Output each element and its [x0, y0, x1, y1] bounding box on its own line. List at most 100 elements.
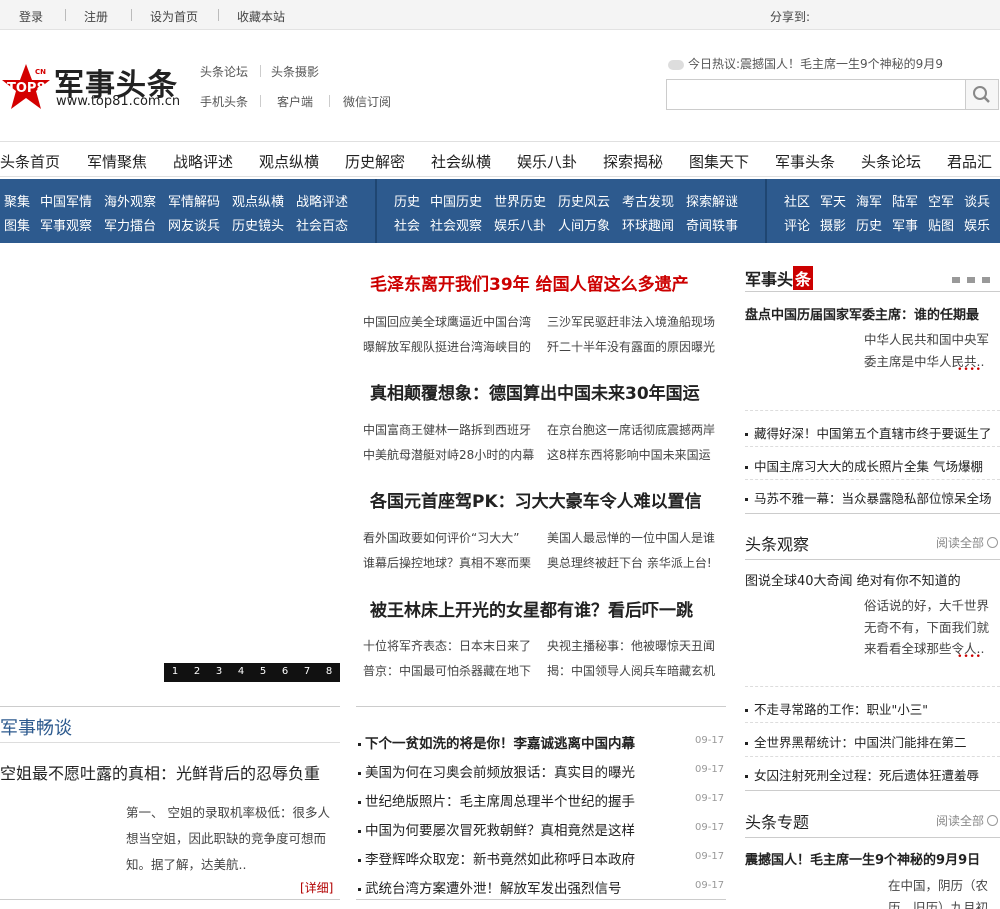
news-link[interactable]: 普京：中国最可怕杀器藏在地下 — [363, 662, 531, 679]
slider-page[interactable]: 7 — [296, 666, 318, 677]
news-link[interactable]: 三沙军民驱赶非法入境渔船现场 — [547, 313, 715, 330]
article-headline[interactable]: 空姐最不愿吐露的真相：光鲜背后的忍辱负重 — [0, 760, 320, 784]
subnav-link[interactable]: 娱乐八卦 — [494, 215, 546, 234]
client-link[interactable]: 客户端 — [277, 93, 313, 110]
subnav-link[interactable]: 历史 — [394, 191, 420, 210]
list-item[interactable]: 美国为何在习奥会前频放狠话：真实目的曝光 — [358, 761, 635, 781]
list-item[interactable]: 中国主席习大大的成长照片全集 气场爆棚 — [745, 456, 983, 475]
headline[interactable]: 各国元首座驾PK：习大大豪车令人难以置信 — [370, 487, 702, 512]
subnav-link[interactable]: 贴图 — [928, 215, 954, 234]
slider-page[interactable]: 8 — [318, 666, 340, 677]
subnav-link[interactable]: 环球趣闻 — [622, 215, 674, 234]
section-title[interactable]: 头条专题 — [745, 809, 809, 833]
news-link[interactable]: 这8样东西将影响中国未来国运 — [547, 446, 711, 463]
subnav-link[interactable]: 军情解码 — [168, 191, 220, 210]
news-link[interactable]: 美国人最忌惮的一位中国人是谁 — [547, 529, 715, 546]
headline[interactable]: 毛泽东离开我们39年 给国人留这么多遗产 — [370, 270, 689, 295]
list-item[interactable]: 全世界黑帮统计：中国洪门能排在第二 — [745, 732, 967, 751]
wechat-link[interactable]: 微信订阅 — [343, 93, 391, 110]
hot-text[interactable]: 震撼国人！毛主席一生9个神秘的9月9 — [740, 57, 943, 71]
news-link[interactable]: 中国富商王健林一路拆到西班牙 — [363, 421, 531, 438]
subnav-link[interactable]: 历史镜头 — [232, 215, 284, 234]
subnav-link[interactable]: 军力擂台 — [104, 215, 156, 234]
subnav-link[interactable]: 历史风云 — [558, 191, 610, 210]
subnav-link[interactable]: 社会 — [394, 215, 420, 234]
headline[interactable]: 真相颠覆想象：德国算出中国未来30年国运 — [370, 379, 700, 404]
section-title[interactable]: 军事头条 — [745, 266, 814, 290]
section-title[interactable]: 军事畅谈 — [0, 714, 72, 740]
news-link[interactable]: 揭：中国领导人阅兵车暗藏玄机 — [547, 662, 715, 679]
subnav-link[interactable]: 世界历史 — [494, 191, 546, 210]
subnav-link[interactable]: 社区 — [784, 191, 810, 210]
carousel-dots[interactable] — [952, 272, 997, 287]
subnav-link[interactable]: 评论 — [784, 215, 810, 234]
list-item[interactable]: 下个一贫如洗的将是你！李嘉诚逃离中国内幕 — [358, 732, 635, 752]
list-item[interactable]: 藏得好深！中国第五个直辖市终于要诞生了 — [745, 423, 992, 442]
news-link[interactable]: 中国回应美全球鹰逼近中国台湾 — [363, 313, 531, 330]
news-link[interactable]: 奥总理终被赶下台 亲华派上台! — [547, 554, 712, 571]
news-link[interactable]: 十位将军齐表态：日本末日来了 — [363, 637, 531, 654]
news-link[interactable]: 歼二十半年没有露面的原因曝光 — [547, 338, 715, 355]
search-input[interactable] — [666, 79, 966, 110]
nav-military-focus[interactable]: 军情聚焦 — [87, 151, 147, 172]
list-item[interactable]: 马苏不雅一幕：当众暴露隐私部位惊呆全场 — [745, 488, 992, 507]
site-logo[interactable]: TOP81 CN 军事头条 www.top81.com.cn — [2, 58, 192, 112]
slider-page[interactable]: 5 — [252, 666, 274, 677]
subnav-link[interactable]: 网友谈兵 — [168, 215, 220, 234]
subnav-link[interactable]: 图集 — [4, 215, 30, 234]
slider-page[interactable]: 3 — [208, 666, 230, 677]
login-link[interactable]: 登录 — [19, 8, 43, 25]
read-all-link[interactable]: 阅读全部 — [936, 534, 999, 551]
nav-history[interactable]: 历史解密 — [345, 151, 405, 172]
read-all-link[interactable]: 阅读全部 — [936, 812, 999, 829]
feature-headline[interactable]: 震撼国人！毛主席一生9个神秘的9月9日 — [745, 849, 980, 868]
photo-link[interactable]: 头条摄影 — [271, 63, 319, 80]
news-link[interactable]: 在京台胞这一席话彻底震撼两岸 — [547, 421, 715, 438]
subnav-link[interactable]: 观点纵横 — [232, 191, 284, 210]
subnav-link[interactable]: 军事 — [892, 215, 918, 234]
subnav-link[interactable]: 聚集 — [4, 191, 30, 210]
subnav-link[interactable]: 探索解谜 — [686, 191, 738, 210]
nav-entertainment[interactable]: 娱乐八卦 — [517, 151, 577, 172]
set-homepage-link[interactable]: 设为首页 — [150, 8, 198, 25]
nav-opinion[interactable]: 观点纵横 — [259, 151, 319, 172]
nav-society[interactable]: 社会纵横 — [431, 151, 491, 172]
register-link[interactable]: 注册 — [84, 8, 108, 25]
nav-gallery[interactable]: 图集天下 — [689, 151, 749, 172]
search-button[interactable] — [966, 79, 999, 110]
subnav-link[interactable]: 历史 — [856, 215, 882, 234]
nav-home[interactable]: 头条首页 — [0, 151, 60, 172]
subnav-link[interactable]: 海外观察 — [104, 191, 156, 210]
feature-headline[interactable]: 盘点中国历届国家军委主席：谁的任期最 — [745, 304, 979, 323]
subnav-link[interactable]: 摄影 — [820, 215, 846, 234]
subnav-link[interactable]: 奇闻轶事 — [686, 215, 738, 234]
subnav-link[interactable]: 中国军情 — [40, 191, 92, 210]
forum-link[interactable]: 头条论坛 — [200, 63, 248, 80]
subnav-link[interactable]: 空军 — [928, 191, 954, 210]
hot-topic[interactable]: 今日热议:震撼国人！毛主席一生9个神秘的9月9 — [668, 55, 943, 72]
subnav-link[interactable]: 社会观察 — [430, 215, 482, 234]
nav-shop[interactable]: 君品汇 — [947, 151, 992, 172]
nav-forum[interactable]: 头条论坛 — [861, 151, 921, 172]
section-title[interactable]: 头条观察 — [745, 531, 809, 555]
nav-explore[interactable]: 探索揭秘 — [603, 151, 663, 172]
list-item[interactable]: 李登辉哗众取宠：新书竟然如此称呼日本政府 — [358, 848, 635, 868]
nav-military-headlines[interactable]: 军事头条 — [775, 151, 835, 172]
read-more-link[interactable]: [详细] — [300, 879, 333, 896]
news-link[interactable]: 看外国政要如何评价“习大大” — [363, 529, 519, 546]
subnav-link[interactable]: 军天 — [820, 191, 846, 210]
nav-strategy[interactable]: 战略评述 — [173, 151, 233, 172]
slider-page[interactable]: 1 — [164, 666, 186, 677]
bookmark-link[interactable]: 收藏本站 — [237, 8, 285, 25]
subnav-link[interactable]: 谈兵 — [964, 191, 990, 210]
slider-page[interactable]: 6 — [274, 666, 296, 677]
list-item[interactable]: 中国为何要屡次冒死救朝鲜？真相竟然是这样 — [358, 819, 635, 839]
list-item[interactable]: 不走寻常路的工作：职业"小三" — [745, 699, 928, 718]
list-item[interactable]: 武统台湾方案遭外泄！解放军发出强烈信号 — [358, 877, 622, 897]
mobile-link[interactable]: 手机头条 — [200, 93, 248, 110]
news-link[interactable]: 谁幕后操控地球？真相不寒而栗 — [363, 554, 531, 571]
news-link[interactable]: 央视主播秘事：他被曝惊天丑闻 — [547, 637, 715, 654]
image-slider[interactable] — [0, 246, 340, 686]
subnav-link[interactable]: 考古发现 — [622, 191, 674, 210]
list-item[interactable]: 世纪绝版照片：毛主席周总理半个世纪的握手 — [358, 790, 635, 810]
